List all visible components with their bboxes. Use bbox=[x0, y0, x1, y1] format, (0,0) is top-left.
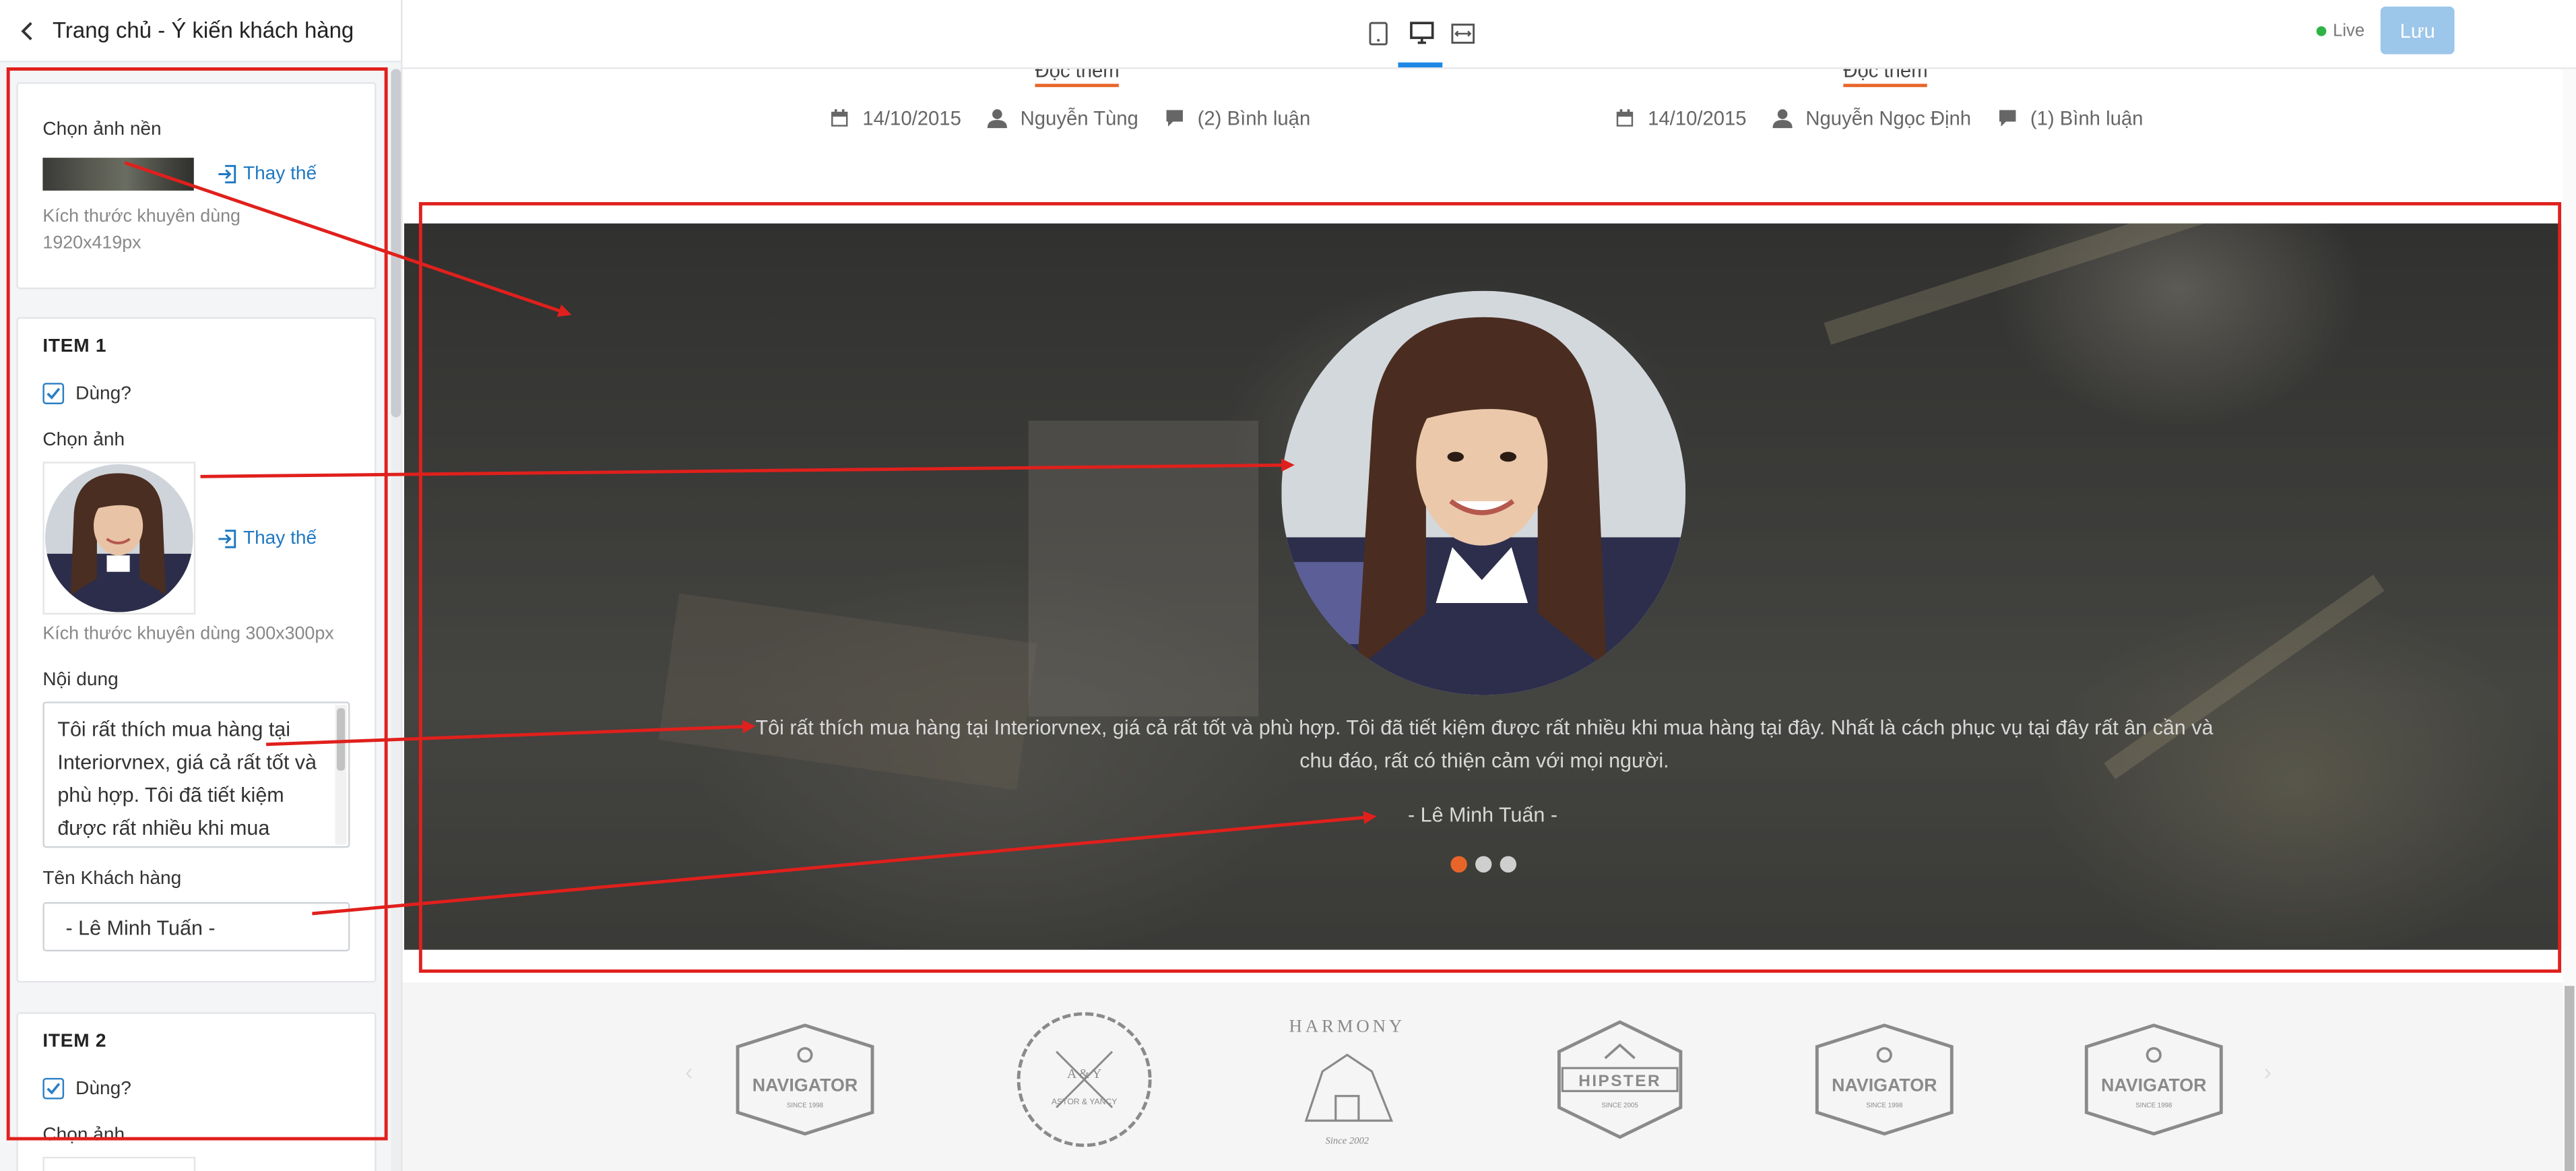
astor-yancy-logo: A & Y ASTOR & YANCY bbox=[1017, 1012, 1152, 1147]
logo-subtext: SINCE 1998 bbox=[787, 1102, 823, 1110]
sidebar-title: Trang chủ - Ý kiến khách hàng bbox=[53, 18, 354, 43]
background-replace-button[interactable]: Thay thế bbox=[217, 164, 317, 184]
post-author: Nguyễn Ngọc Định bbox=[1805, 106, 1972, 130]
avatar-photo bbox=[45, 464, 193, 612]
expand-width-icon bbox=[1450, 22, 1474, 43]
item-2-title: ITEM 2 bbox=[42, 1032, 107, 1052]
logo-subtext: Since 2002 bbox=[1326, 1135, 1370, 1146]
live-dot-icon bbox=[2316, 26, 2327, 36]
navigator-logo: NAVIGATOR SINCE 1998 bbox=[1815, 1023, 1954, 1136]
customer-photo bbox=[1281, 290, 1686, 695]
save-button[interactable]: Lưu bbox=[2380, 6, 2455, 55]
live-label: Live bbox=[2333, 21, 2365, 41]
calendar-icon bbox=[831, 109, 848, 127]
logo-subtext: SINCE 1998 bbox=[1866, 1102, 1902, 1110]
comment-icon bbox=[1166, 110, 1183, 127]
item-1-title: ITEM 1 bbox=[42, 336, 107, 357]
item-1-image-thumbnail[interactable] bbox=[42, 462, 196, 615]
settings-sidebar: Trang chủ - Ý kiến khách hàng Chọn ảnh n… bbox=[0, 0, 403, 1171]
logo-subtext: A & Y bbox=[1067, 1067, 1101, 1081]
post-date: 14/10/2015 bbox=[862, 106, 961, 130]
slider-dot-3[interactable] bbox=[1500, 856, 1517, 873]
slider-dot-1[interactable] bbox=[1450, 856, 1467, 873]
logo-text: HIPSTER bbox=[1578, 1072, 1661, 1090]
item-2-use-checkbox[interactable]: Dùng? bbox=[42, 1077, 131, 1100]
sidebar-scrollbar[interactable] bbox=[391, 69, 401, 1171]
chevron-left-icon[interactable] bbox=[16, 19, 39, 42]
post-meta-1: 14/10/2015 Nguyễn Tùng (2) Bình luận bbox=[830, 106, 1311, 130]
item-2-image-thumbnail[interactable] bbox=[42, 1156, 196, 1171]
item-1-name-input[interactable]: - Lê Minh Tuấn - bbox=[42, 901, 350, 952]
navigator-logo: NAVIGATOR SINCE 1998 bbox=[736, 1023, 874, 1136]
background-thumbnail[interactable] bbox=[42, 158, 194, 191]
logo-text: NAVIGATOR bbox=[752, 1075, 858, 1095]
navigator-logo: NAVIGATOR SINCE 1998 bbox=[2084, 1023, 2223, 1136]
item-1-replace-button[interactable]: Thay thế bbox=[217, 529, 317, 549]
replace-label: Thay thế bbox=[243, 164, 317, 185]
logo-text: ASTOR & YANCY bbox=[1052, 1097, 1118, 1106]
checkmark-icon bbox=[46, 1083, 61, 1095]
comment-icon bbox=[1999, 110, 2016, 127]
item-1-image-label: Chọn ảnh bbox=[42, 430, 125, 451]
preview-scrollbar[interactable] bbox=[2563, 69, 2576, 1171]
hipster-logo: HIPSTER SINCE 2005 bbox=[1557, 1020, 1683, 1139]
post-comments[interactable]: (2) Bình luận bbox=[1198, 107, 1311, 130]
post-date: 14/10/2015 bbox=[1648, 106, 1747, 130]
item-2-card: ITEM 2 Dùng? Chọn ảnh bbox=[16, 1012, 377, 1171]
testimonial-author: - Lê Minh Tuấn - bbox=[1408, 803, 1557, 827]
slider-dot-2[interactable] bbox=[1475, 856, 1492, 873]
readmore-link-2[interactable]: Đọc thêm bbox=[1843, 69, 1928, 88]
mobile-view-button[interactable] bbox=[1363, 18, 1393, 48]
item-1-card: ITEM 1 Dùng? Chọn ảnh Thay thế Kích thướ… bbox=[16, 317, 377, 983]
editor-topbar: Live Lưu bbox=[402, 0, 2576, 69]
item-1-use-label: Dùng? bbox=[75, 383, 131, 404]
slider-dots bbox=[1450, 856, 1524, 873]
testimonial-quote: Tôi rất thích mua hàng tại Interiorvnex,… bbox=[755, 716, 2214, 773]
post-comments[interactable]: (1) Bình luận bbox=[2030, 107, 2144, 130]
replace-label: Thay thế bbox=[243, 529, 317, 549]
chevron-right-icon[interactable]: › bbox=[2264, 1058, 2272, 1085]
sidebar-header: Trang chủ - Ý kiến khách hàng bbox=[0, 0, 401, 63]
textarea-scrollbar[interactable] bbox=[335, 705, 347, 845]
checkmark-icon bbox=[46, 387, 61, 400]
replace-icon bbox=[218, 164, 236, 184]
user-icon bbox=[1772, 109, 1793, 129]
desktop-view-button[interactable] bbox=[1407, 18, 1436, 48]
item-2-image-label: Chọn ảnh bbox=[42, 1125, 125, 1145]
replace-icon bbox=[218, 530, 236, 548]
fullwidth-view-button[interactable] bbox=[1448, 18, 1477, 48]
customer-avatar bbox=[1281, 290, 1686, 695]
user-icon bbox=[987, 109, 1008, 129]
app-root: Trang chủ - Ý kiến khách hàng Chọn ảnh n… bbox=[0, 0, 2576, 1171]
item-1-image-hint: Kích thước khuyên dùng 300x300px bbox=[42, 624, 334, 645]
background-card: Chọn ảnh nền Thay thế Kích thước khuyên … bbox=[16, 82, 377, 290]
item-1-name-label: Tên Khách hàng bbox=[42, 869, 182, 889]
item-1-content-value: Tôi rất thích mua hàng tại Interiorvnex,… bbox=[57, 718, 317, 840]
mobile-icon bbox=[1369, 21, 1388, 45]
partner-logos: ‹ › NAVIGATOR SINCE 1998 A & Y ASTOR & Y… bbox=[402, 982, 2563, 1171]
harmony-logo: HARMONY Since 2002 bbox=[1289, 1016, 1405, 1147]
logo-subtext: SINCE 1998 bbox=[2135, 1102, 2172, 1110]
item-1-content-textarea[interactable]: Tôi rất thích mua hàng tại Interiorvnex,… bbox=[42, 701, 350, 848]
background-size-hint: Kích thước khuyên dùng 1920x419px bbox=[42, 207, 240, 253]
testimonial-section[interactable]: Tôi rất thích mua hàng tại Interiorvnex,… bbox=[404, 223, 2562, 950]
readmore-link-1[interactable]: Đọc thêm bbox=[1035, 69, 1120, 88]
desktop-icon bbox=[1409, 22, 1434, 44]
calendar-icon bbox=[1616, 109, 1634, 127]
item-2-use-label: Dùng? bbox=[75, 1079, 131, 1099]
logo-text: NAVIGATOR bbox=[1832, 1075, 1937, 1095]
item-1-content-label: Nội dung bbox=[42, 670, 119, 691]
active-view-indicator bbox=[1398, 62, 1443, 67]
logo-subtext: SINCE 2005 bbox=[1602, 1102, 1639, 1110]
logo-text: HARMONY bbox=[1289, 1016, 1405, 1036]
item-1-use-checkbox[interactable]: Dùng? bbox=[42, 383, 131, 404]
chevron-left-icon[interactable]: ‹ bbox=[685, 1058, 693, 1085]
logo-text: NAVIGATOR bbox=[2101, 1075, 2206, 1095]
page-preview: Đọc thêm 14/10/2015 Nguyễn Tùng (2) Bình… bbox=[402, 69, 2563, 1171]
background-label: Chọn ảnh nền bbox=[42, 120, 162, 140]
live-status: Live bbox=[2316, 21, 2365, 41]
post-meta-2: 14/10/2015 Nguyễn Ngọc Định (1) Bình luậ… bbox=[1615, 107, 2143, 130]
post-author: Nguyễn Tùng bbox=[1020, 106, 1138, 130]
